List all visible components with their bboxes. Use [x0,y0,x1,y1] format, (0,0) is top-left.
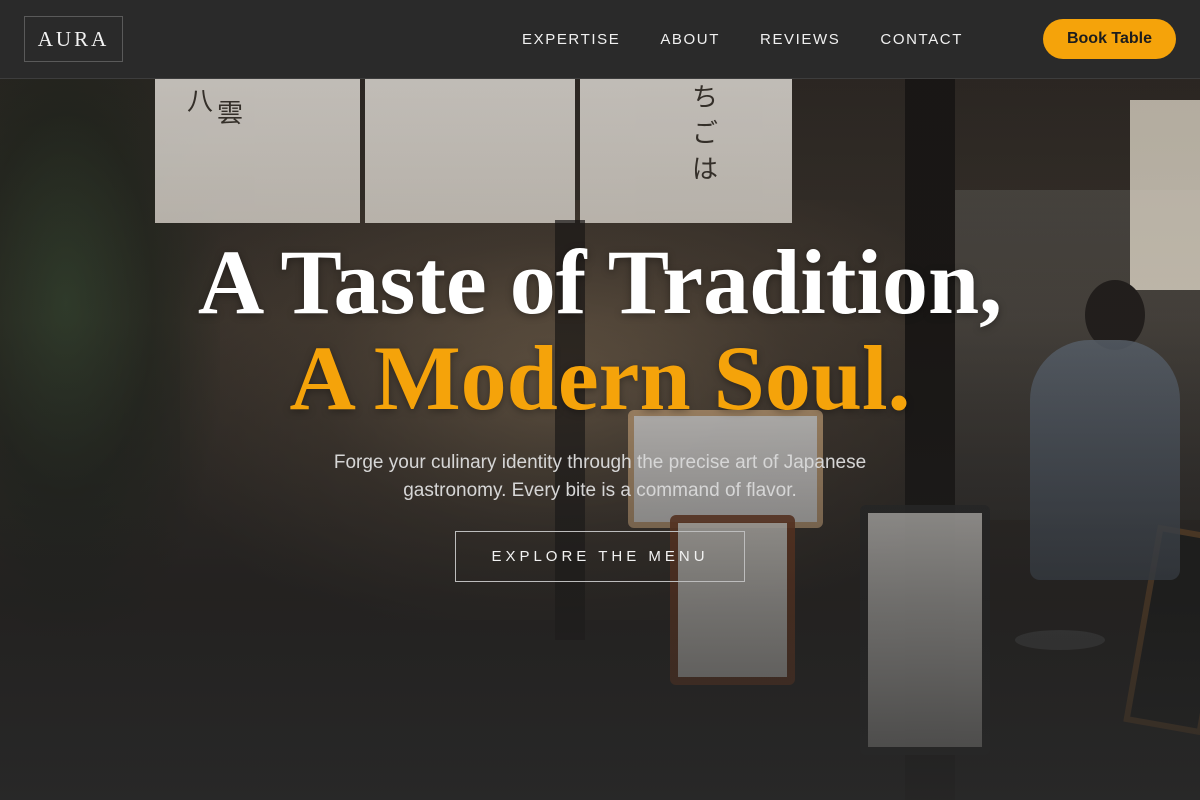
nav-link-contact[interactable]: CONTACT [880,31,963,48]
explore-menu-button[interactable]: EXPLORE THE MENU [455,531,745,582]
nav-link-about[interactable]: ABOUT [660,31,720,48]
hero-subtitle: Forge your culinary identity through the… [333,452,867,501]
nav-links: EXPERTISE ABOUT REVIEWS CONTACT Book Tab… [522,19,1176,59]
nav-link-expertise[interactable]: EXPERTISE [522,31,620,48]
nav-link-reviews[interactable]: REVIEWS [760,31,840,48]
hero-title-line-1: A Taste of Tradition, [197,231,1003,333]
hero-title-line-2: A Modern Soul. [289,327,911,429]
logo[interactable]: AURA [24,16,123,62]
top-navbar: AURA EXPERTISE ABOUT REVIEWS CONTACT Boo… [0,0,1200,79]
book-table-button[interactable]: Book Table [1043,19,1176,59]
